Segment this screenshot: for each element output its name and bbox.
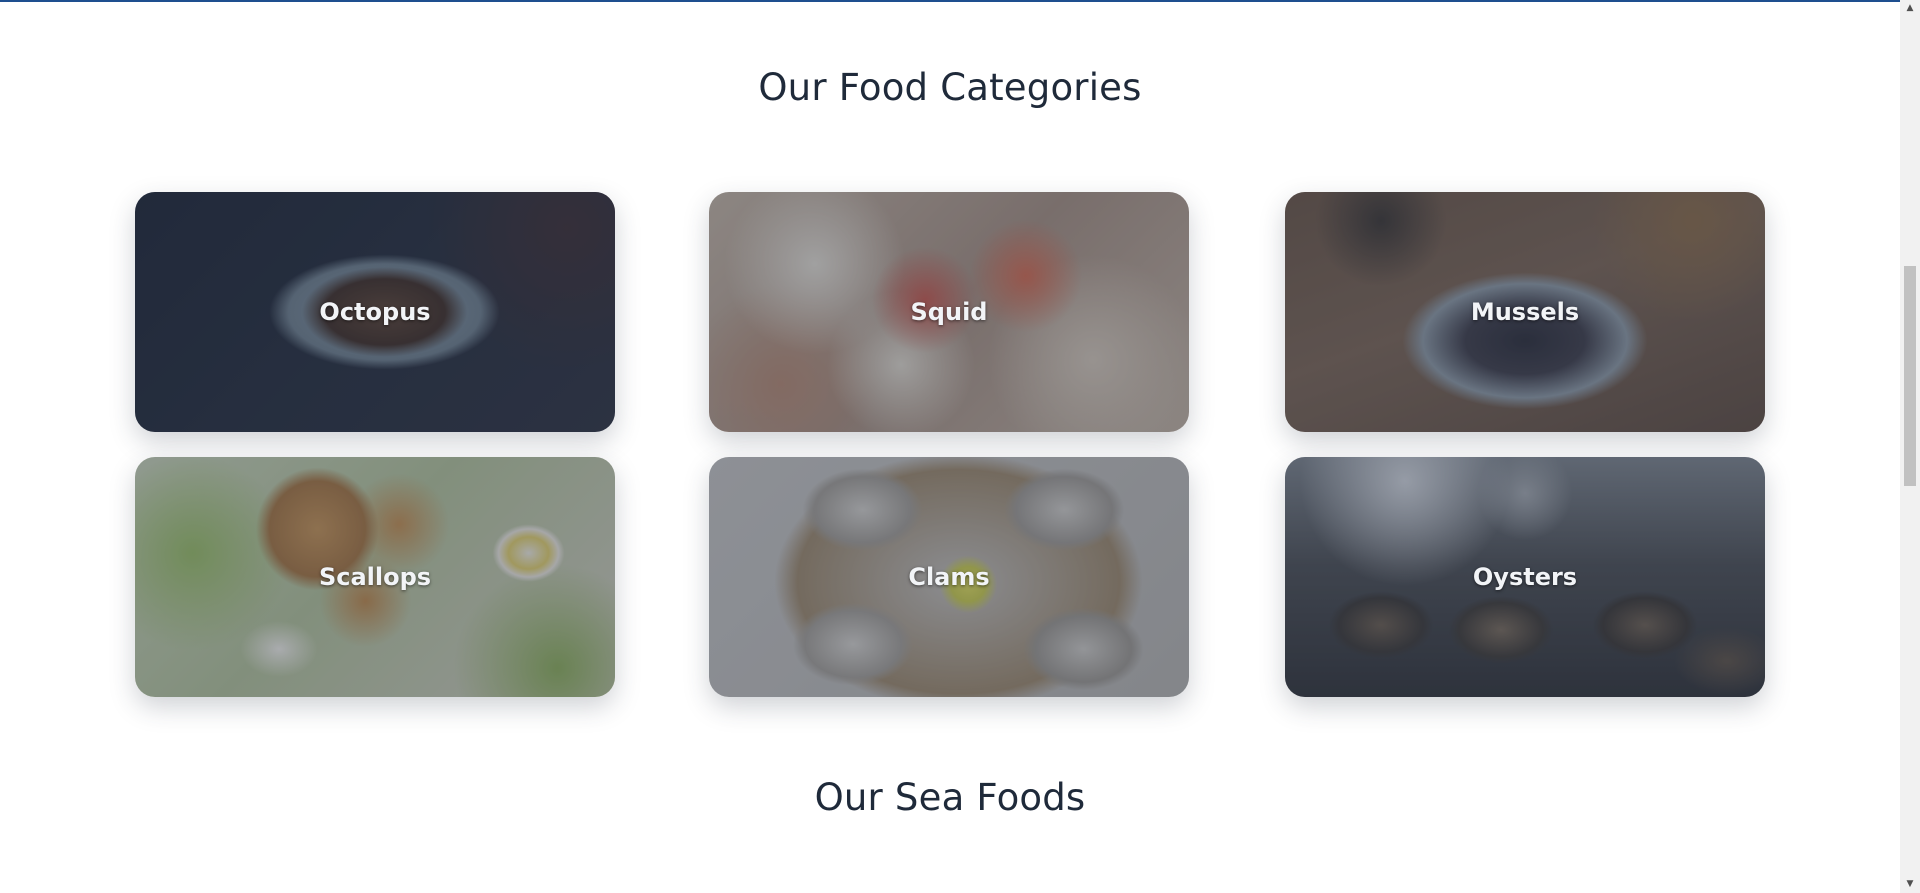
category-label: Squid (910, 298, 988, 326)
category-label: Scallops (318, 563, 432, 591)
sea-foods-heading: Our Sea Foods (814, 776, 1086, 819)
top-accent-bar (0, 0, 1900, 2)
category-label: Clams (908, 563, 990, 591)
category-card-mussels[interactable]: Mussels (1285, 192, 1765, 432)
scrollbar-thumb[interactable] (1904, 266, 1916, 486)
vertical-scrollbar[interactable]: ▲ ▼ (1900, 0, 1920, 893)
category-card-squid[interactable]: Squid (709, 192, 1189, 432)
category-label: Oysters (1472, 563, 1578, 591)
scroll-up-arrow-icon[interactable]: ▲ (1900, 0, 1920, 17)
scroll-down-arrow-icon[interactable]: ▼ (1900, 876, 1920, 893)
category-label: Mussels (1470, 298, 1580, 326)
category-label: Octopus (319, 298, 431, 326)
category-card-clams[interactable]: Clams (709, 457, 1189, 697)
category-card-scallops[interactable]: Scallops (135, 457, 615, 697)
category-card-oysters[interactable]: Oysters (1285, 457, 1765, 697)
category-card-octopus[interactable]: Octopus (135, 192, 615, 432)
food-categories-heading: Our Food Categories (758, 66, 1142, 109)
page: Our Food Categories Octopus Squid Mussel… (0, 0, 1900, 893)
category-grid: Octopus Squid Mussels Scallops Clams Oys… (135, 192, 1765, 697)
